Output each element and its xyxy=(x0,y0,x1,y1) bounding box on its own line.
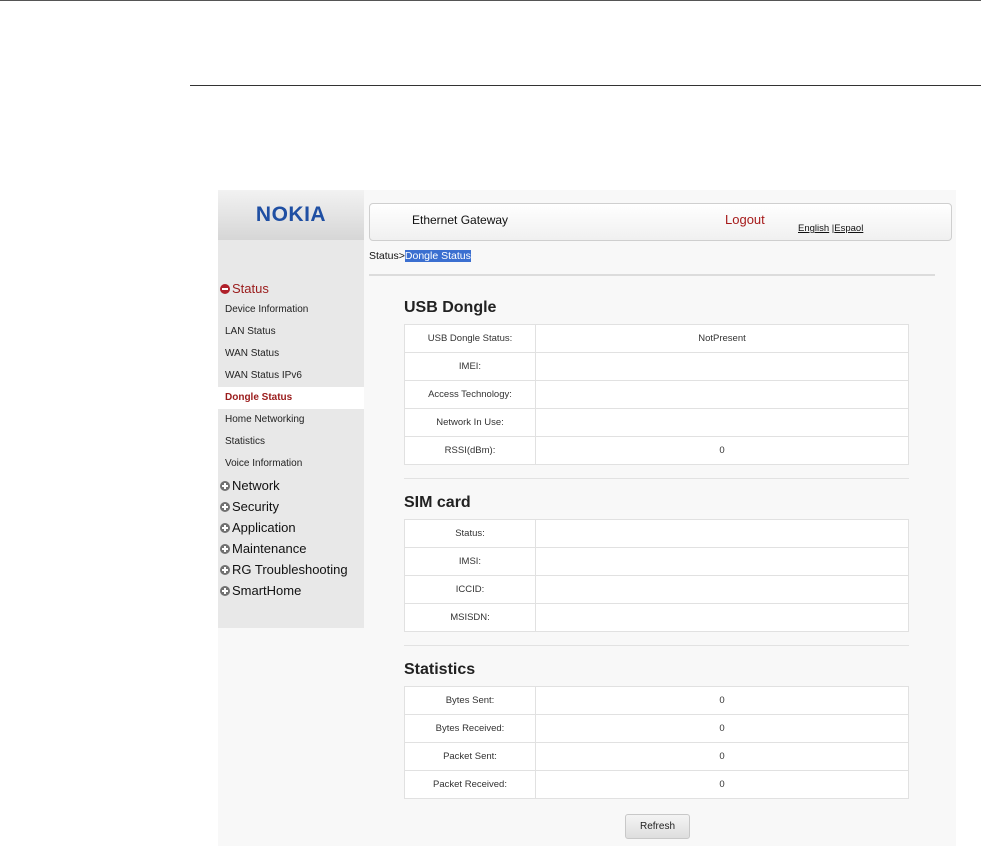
row-label: IMSI: xyxy=(404,547,536,576)
breadcrumb-divider xyxy=(369,274,935,276)
sidebar-item-dongle-status[interactable]: Dongle Status xyxy=(218,387,364,409)
document-rule xyxy=(190,85,981,86)
row-value: NotPresent xyxy=(535,324,909,353)
row-value xyxy=(535,352,909,381)
table-row: IMSI: xyxy=(404,547,909,576)
row-label: Packet Received: xyxy=(404,770,536,799)
sidebar-nav: Status Device Information LAN Status WAN… xyxy=(218,278,364,601)
sidebar-group-label: RG Troubleshooting xyxy=(232,562,348,577)
usb-dongle-heading: USB Dongle xyxy=(404,299,497,316)
section-divider xyxy=(404,645,909,646)
sidebar-item-wan-status-ipv6[interactable]: WAN Status IPv6 xyxy=(218,365,364,387)
row-label: RSSI(dBm): xyxy=(404,436,536,465)
section-divider xyxy=(404,478,909,479)
sidebar-group-maintenance[interactable]: Maintenance xyxy=(218,538,364,559)
row-label: IMEI: xyxy=(404,352,536,381)
breadcrumb-current: Dongle Status xyxy=(404,250,471,262)
logout-link[interactable]: Logout xyxy=(725,212,765,227)
refresh-button[interactable]: Refresh xyxy=(625,814,690,839)
table-row: MSISDN: xyxy=(404,603,909,632)
row-label: Access Technology: xyxy=(404,380,536,409)
row-label: Status: xyxy=(404,519,536,548)
sim-card-heading: SIM card xyxy=(404,494,471,511)
table-row: Packet Sent: 0 xyxy=(404,742,909,771)
sidebar-group-label: SmartHome xyxy=(232,583,302,598)
table-row: Bytes Received: 0 xyxy=(404,714,909,743)
table-row: IMEI: xyxy=(404,352,909,381)
nokia-logo: NOKIA xyxy=(255,203,327,226)
page-top-rule xyxy=(0,0,981,1)
row-label: Packet Sent: xyxy=(404,742,536,771)
row-value: 0 xyxy=(535,436,909,465)
sidebar-group-label: Application xyxy=(232,520,296,535)
sidebar-group-security[interactable]: Security xyxy=(218,496,364,517)
language-switcher: English |Espaol xyxy=(798,223,863,234)
row-value xyxy=(535,575,909,604)
table-row: Status: xyxy=(404,519,909,548)
collapse-icon xyxy=(220,284,230,294)
row-label: Network In Use: xyxy=(404,408,536,437)
sidebar-item-home-networking[interactable]: Home Networking xyxy=(218,409,364,431)
row-value xyxy=(535,408,909,437)
sidebar-item-voice-information[interactable]: Voice Information xyxy=(218,453,364,475)
sidebar-group-smarthome[interactable]: SmartHome xyxy=(218,580,364,601)
row-label: ICCID: xyxy=(404,575,536,604)
table-row: Bytes Sent: 0 xyxy=(404,686,909,715)
row-value xyxy=(535,380,909,409)
sidebar: NOKIA Status Device Information LAN Stat… xyxy=(218,190,364,628)
expand-icon xyxy=(220,544,230,554)
row-value: 0 xyxy=(535,686,909,715)
table-row: ICCID: xyxy=(404,575,909,604)
row-value: 0 xyxy=(535,714,909,743)
table-row: Network In Use: xyxy=(404,408,909,437)
language-spanish-link[interactable]: Espaol xyxy=(834,223,863,234)
sidebar-group-label: Maintenance xyxy=(232,541,307,556)
statistics-table: Bytes Sent: 0 Bytes Received: 0 Packet Sen… xyxy=(404,686,909,799)
router-web-ui: NOKIA Status Device Information LAN Stat… xyxy=(218,190,956,846)
sidebar-group-rg-troubleshooting[interactable]: RG Troubleshooting xyxy=(218,559,364,580)
sim-card-table: Status: IMSI: ICCID: MSISDN: xyxy=(404,519,909,632)
expand-icon xyxy=(220,523,230,533)
row-label: MSISDN: xyxy=(404,603,536,632)
row-value: 0 xyxy=(535,742,909,771)
sidebar-item-device-information[interactable]: Device Information xyxy=(218,299,364,321)
row-label: Bytes Received: xyxy=(404,714,536,743)
sidebar-group-label: Security xyxy=(232,499,279,514)
table-row: USB Dongle Status: NotPresent xyxy=(404,324,909,353)
row-value xyxy=(535,603,909,632)
row-value: 0 xyxy=(535,770,909,799)
table-row: RSSI(dBm): 0 xyxy=(404,436,909,465)
row-value xyxy=(535,519,909,548)
expand-icon xyxy=(220,586,230,596)
gateway-title: Ethernet Gateway xyxy=(412,213,509,227)
expand-icon xyxy=(220,481,230,491)
sidebar-group-network[interactable]: Network xyxy=(218,475,364,496)
sidebar-item-statistics[interactable]: Statistics xyxy=(218,431,364,453)
breadcrumb-parent[interactable]: Status> xyxy=(369,250,405,262)
table-row: Access Technology: xyxy=(404,380,909,409)
language-english-link[interactable]: English xyxy=(798,223,829,234)
usb-dongle-table: USB Dongle Status: NotPresent IMEI: Acces… xyxy=(404,324,909,465)
sidebar-group-label: Status xyxy=(232,281,269,296)
expand-icon xyxy=(220,565,230,575)
sidebar-group-status[interactable]: Status xyxy=(218,278,364,299)
expand-icon xyxy=(220,502,230,512)
breadcrumb: Status>Dongle Status xyxy=(369,250,471,262)
sidebar-item-wan-status[interactable]: WAN Status xyxy=(218,343,364,365)
logo-box: NOKIA xyxy=(218,190,364,240)
sidebar-item-lan-status[interactable]: LAN Status xyxy=(218,321,364,343)
sidebar-group-application[interactable]: Application xyxy=(218,517,364,538)
statistics-heading: Statistics xyxy=(404,661,476,678)
top-header: Ethernet Gateway Logout English |Espaol xyxy=(369,203,952,241)
row-label: Bytes Sent: xyxy=(404,686,536,715)
table-row: Packet Received: 0 xyxy=(404,770,909,799)
sidebar-group-label: Network xyxy=(232,478,280,493)
row-label: USB Dongle Status: xyxy=(404,324,536,353)
row-value xyxy=(535,547,909,576)
